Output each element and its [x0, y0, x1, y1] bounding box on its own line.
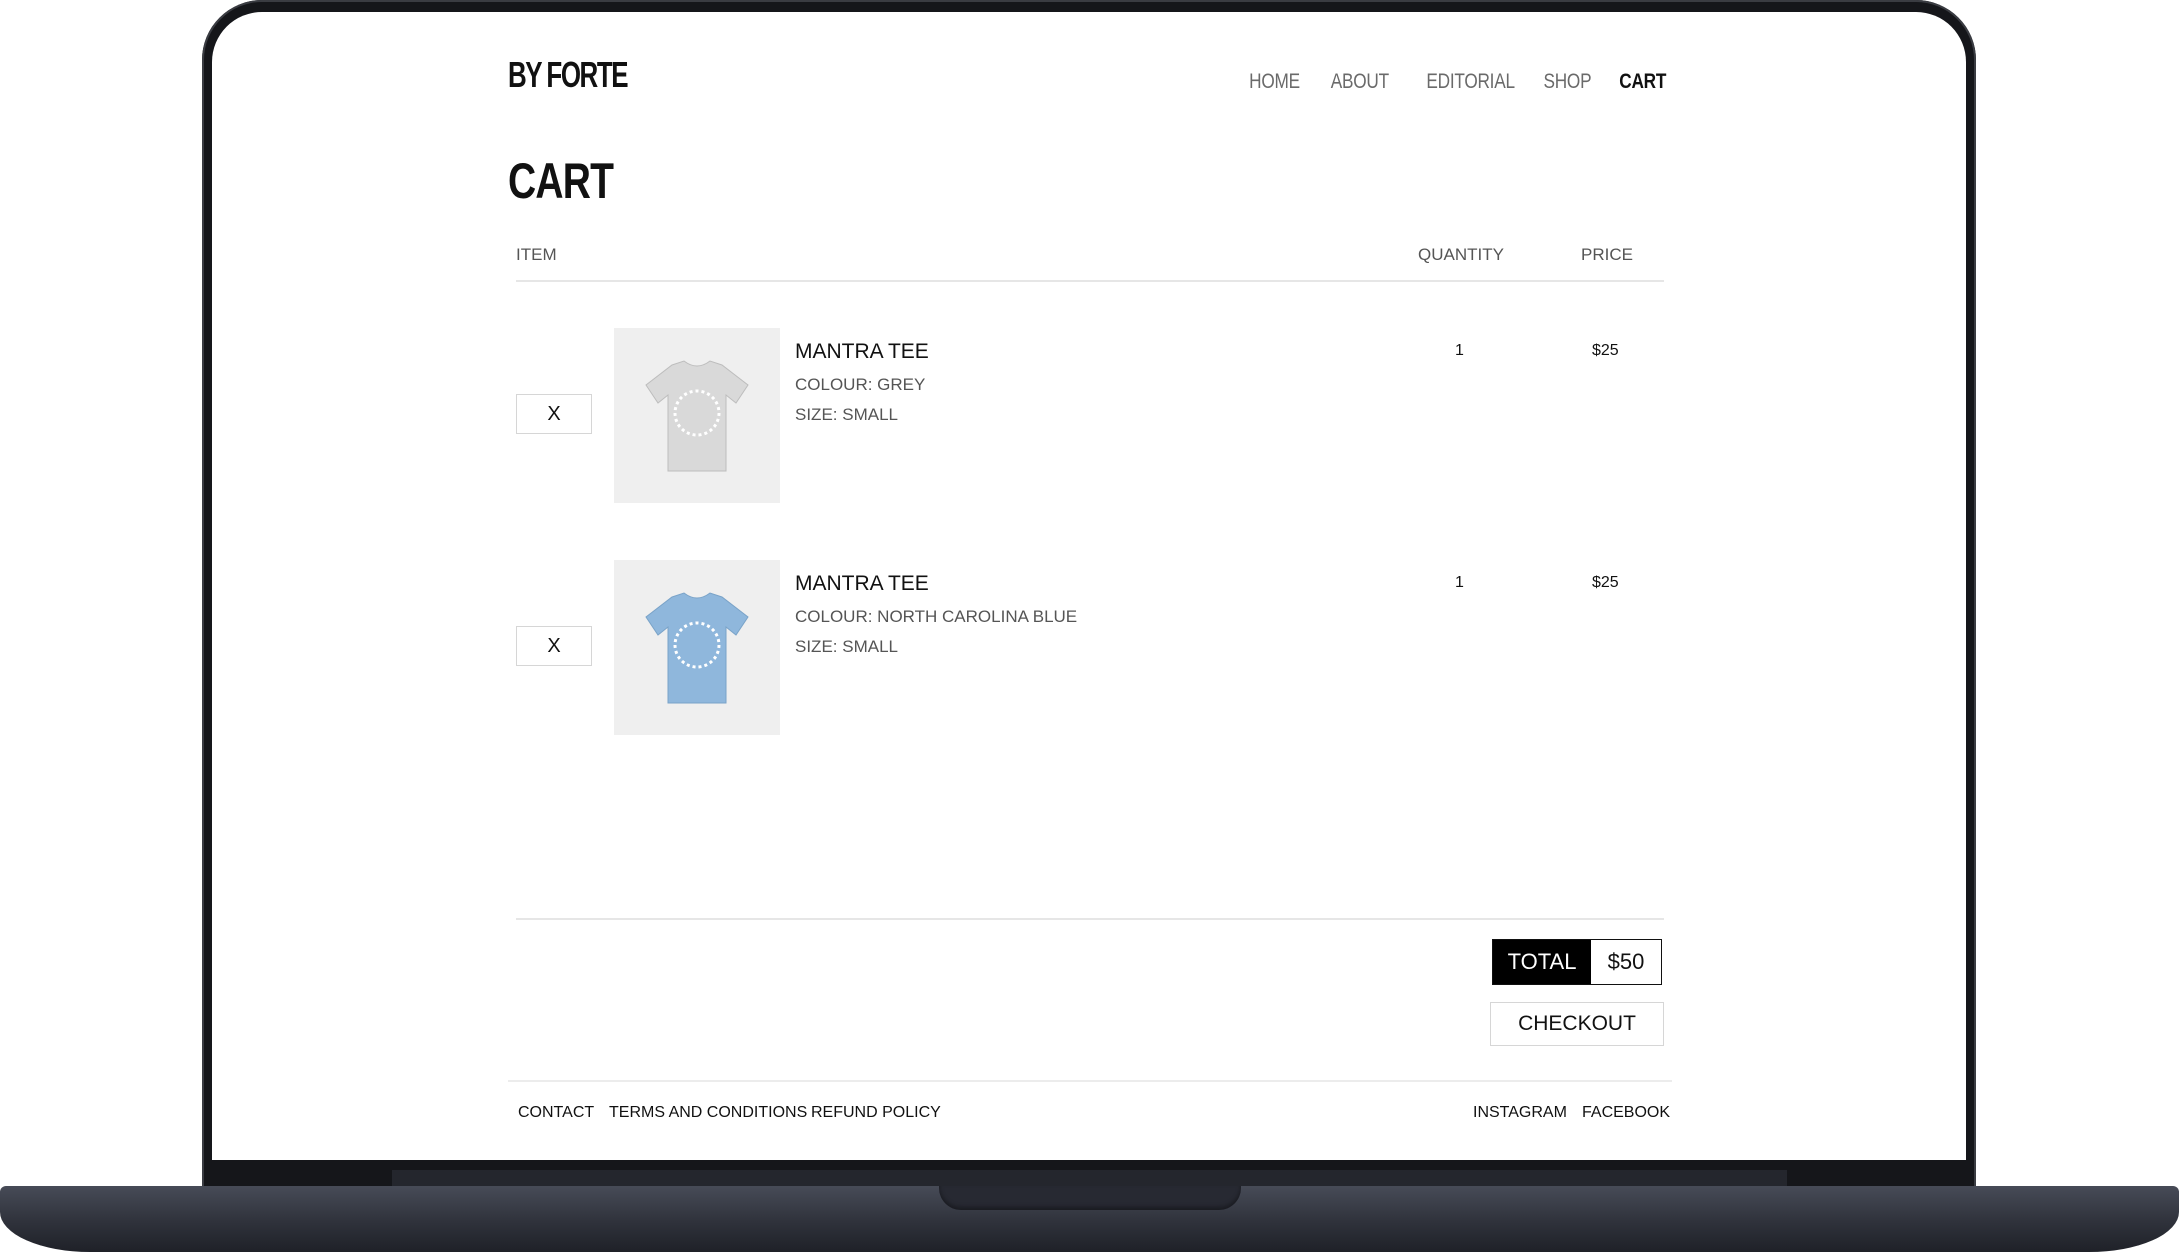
footer-link-refund-policy[interactable]: REFUND POLICY — [811, 1104, 941, 1122]
nav-cart[interactable]: CART — [1619, 70, 1666, 94]
nav-editorial[interactable]: EDITORIAL — [1426, 70, 1515, 94]
cart-page: BY FORTE HOME ABOUT EDITORIAL SHOP CART … — [212, 12, 1966, 1160]
cart-item-row: X MANTRA TEE COLOUR: NORTH CAROLINA BLUE… — [212, 560, 1966, 735]
product-colour: COLOUR: GREY — [795, 375, 926, 394]
footer-link-instagram[interactable]: INSTAGRAM — [1473, 1104, 1567, 1122]
item-price: $25 — [1592, 574, 1619, 591]
product-thumbnail[interactable] — [614, 328, 780, 503]
column-header-price: PRICE — [1581, 245, 1633, 264]
total-value: $50 — [1591, 940, 1661, 984]
column-header-item: ITEM — [516, 245, 557, 264]
header-divider — [516, 280, 1664, 282]
footer-link-facebook[interactable]: FACEBOOK — [1582, 1104, 1670, 1122]
nav-home[interactable]: HOME — [1249, 70, 1300, 94]
product-name[interactable]: MANTRA TEE — [795, 572, 929, 596]
summary-divider — [516, 918, 1664, 920]
product-thumbnail[interactable] — [614, 560, 780, 735]
product-size: SIZE: SMALL — [795, 405, 898, 424]
brand-logo[interactable]: BY FORTE — [508, 54, 629, 96]
footer-divider — [508, 1080, 1672, 1082]
laptop-screen: BY FORTE HOME ABOUT EDITORIAL SHOP CART … — [212, 12, 1966, 1160]
product-colour: COLOUR: NORTH CAROLINA BLUE — [795, 607, 1078, 626]
tshirt-icon — [645, 591, 749, 703]
column-header-quantity: QUANTITY — [1418, 245, 1504, 264]
total-label: TOTAL — [1493, 940, 1591, 984]
remove-item-button[interactable]: X — [516, 626, 592, 666]
product-size: SIZE: SMALL — [795, 637, 898, 656]
cart-item-row: X MANTRA TEE COLOUR: GREY SIZE: SMALL 1 … — [212, 328, 1966, 503]
product-name[interactable]: MANTRA TEE — [795, 340, 929, 364]
page-title: CART — [508, 153, 614, 209]
nav-shop[interactable]: SHOP — [1543, 70, 1591, 94]
footer-link-terms[interactable]: TERMS AND CONDITIONS — [609, 1104, 807, 1122]
remove-item-button[interactable]: X — [516, 394, 592, 434]
laptop-notch — [939, 1186, 1241, 1210]
order-total: TOTAL $50 — [1492, 939, 1662, 985]
tshirt-icon — [645, 359, 749, 471]
item-quantity: 1 — [1455, 574, 1464, 591]
main-nav: HOME ABOUT EDITORIAL SHOP CART — [1238, 70, 1666, 94]
item-quantity: 1 — [1455, 342, 1464, 359]
item-price: $25 — [1592, 342, 1619, 359]
nav-about[interactable]: ABOUT — [1331, 70, 1389, 94]
checkout-button[interactable]: CHECKOUT — [1490, 1002, 1664, 1046]
footer-link-contact[interactable]: CONTACT — [518, 1104, 594, 1122]
